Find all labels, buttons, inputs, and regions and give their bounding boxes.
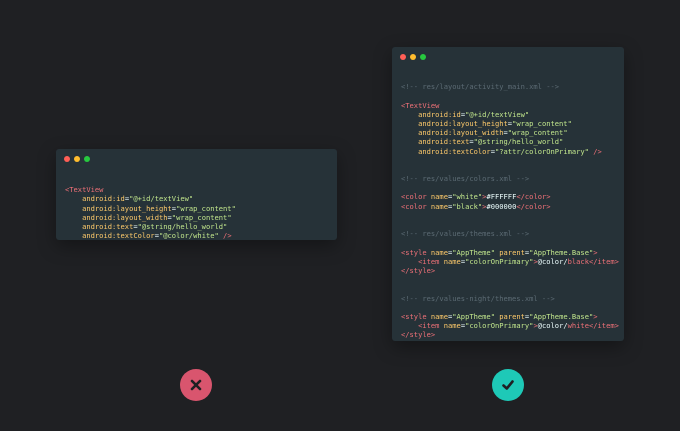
code-comment: <!-- res/layout/activity_main.xml --> <box>401 82 560 92</box>
minimize-dot-icon <box>410 54 416 60</box>
maximize-dot-icon <box>84 156 90 162</box>
code-comment: <!-- res/values/themes.xml --> <box>401 229 530 239</box>
close-dot-icon <box>400 54 406 60</box>
code-line: <item name="colorOnPrimary">@color/black… <box>418 256 619 266</box>
minimize-dot-icon <box>74 156 80 162</box>
code-line: <color name="black">#000000</color> <box>401 201 551 211</box>
correct-badge <box>492 369 524 401</box>
close-dot-icon <box>64 156 70 162</box>
window-controls <box>64 156 90 162</box>
window-controls <box>400 54 426 60</box>
code-line: <color name="white">#FFFFFF</color> <box>401 192 551 202</box>
cross-icon <box>190 379 202 391</box>
code-line: android:textColor="@color/white" /> <box>82 231 232 241</box>
code-line: </style> <box>401 265 436 275</box>
code-line: </style> <box>401 330 436 340</box>
code-line: <style name="AppTheme" parent="AppTheme.… <box>401 311 598 321</box>
wrong-badge <box>180 369 212 401</box>
code-line: <item name="colorOnPrimary">@color/white… <box>418 321 619 331</box>
code-line: android:textColor="?attr/colorOnPrimary"… <box>418 146 602 156</box>
code-block: <TextView android:id="@+id/textView" and… <box>65 176 236 259</box>
code-line: android:id="@+id/textView" <box>418 109 530 119</box>
code-line: android:layout_height="wrap_content" <box>418 118 572 128</box>
code-line: android:text="@string/hello_world" <box>418 137 564 147</box>
code-line: <TextView <box>65 185 104 195</box>
maximize-dot-icon <box>420 54 426 60</box>
code-line: android:text="@string/hello_world" <box>82 221 228 231</box>
code-window-correct: <!-- res/layout/activity_main.xml --> <Te… <box>392 47 624 341</box>
code-line: android:layout_width="wrap_content" <box>82 212 232 222</box>
code-line: <TextView <box>401 100 440 110</box>
code-line: android:layout_width="wrap_content" <box>418 128 568 138</box>
code-line: android:layout_height="wrap_content" <box>82 203 236 213</box>
code-line: <style name="AppTheme" parent="AppTheme.… <box>401 247 598 257</box>
code-comment: <!-- res/values-night/themes.xml --> <box>401 293 555 303</box>
code-comment: <!-- res/values/colors.xml --> <box>401 174 530 184</box>
code-line: android:id="@+id/textView" <box>82 194 194 204</box>
code-window-wrong: <TextView android:id="@+id/textView" and… <box>56 149 337 240</box>
code-block: <!-- res/layout/activity_main.xml --> <Te… <box>401 73 619 358</box>
check-icon <box>502 380 514 390</box>
